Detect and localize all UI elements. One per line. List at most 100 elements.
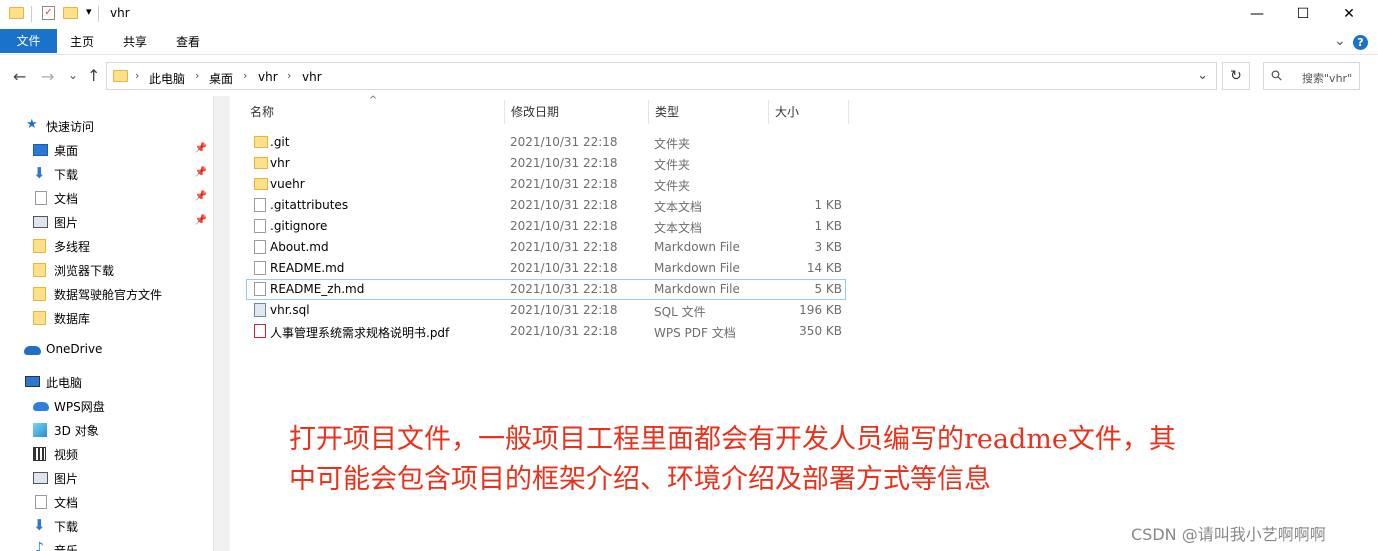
- sidebar-item-pictures[interactable]: 图片 📌: [0, 211, 213, 233]
- sidebar-item-multithread[interactable]: 多线程: [0, 235, 213, 257]
- sidebar-item-quick-access[interactable]: ★ 快速访问: [0, 115, 213, 137]
- column-header-date[interactable]: 修改日期: [505, 100, 649, 124]
- forward-button[interactable]: →: [41, 67, 54, 86]
- breadcrumb-desktop[interactable]: 桌面: [209, 70, 233, 87]
- quick-access-dropdown-icon[interactable]: ▾: [86, 5, 92, 18]
- refresh-button[interactable]: ↻: [1222, 62, 1250, 90]
- breadcrumb-this-pc[interactable]: 此电脑: [149, 70, 185, 87]
- sidebar-scrollbar[interactable]: [213, 96, 230, 551]
- breadcrumb-vhr-current[interactable]: vhr: [302, 70, 322, 84]
- new-folder-icon[interactable]: [63, 7, 78, 19]
- folder-icon: [33, 311, 46, 325]
- address-dropdown-button[interactable]: ⌄: [1197, 68, 1208, 83]
- cloud-icon: [33, 402, 49, 411]
- file-size: 14 KB: [806, 261, 842, 275]
- file-name: vhr.sql: [270, 303, 310, 317]
- search-input[interactable]: ⚲ 搜索"vhr": [1263, 62, 1360, 90]
- file-name: README_zh.md: [270, 282, 365, 296]
- sidebar-item-label: 文档: [54, 192, 79, 206]
- cube-icon: [33, 423, 47, 437]
- tab-file[interactable]: 文件: [0, 29, 57, 53]
- sidebar-item-label: 数据库: [54, 312, 91, 326]
- breadcrumb-separator[interactable]: ›: [135, 69, 139, 82]
- pin-icon[interactable]: 📌: [195, 143, 207, 154]
- up-button[interactable]: ↑: [87, 66, 100, 85]
- file-row[interactable]: vhr.sql 2021/10/31 22:18 SQL 文件 196 KB: [246, 300, 846, 321]
- file-row[interactable]: .git 2021/10/31 22:18 文件夹: [246, 132, 846, 153]
- tab-home[interactable]: 主页: [58, 32, 106, 52]
- file-row[interactable]: 人事管理系统需求规格说明书.pdf 2021/10/31 22:18 WPS P…: [246, 321, 846, 342]
- file-row[interactable]: About.md 2021/10/31 22:18 Markdown File …: [246, 237, 846, 258]
- window-title: vhr: [110, 6, 130, 20]
- sidebar-item-database[interactable]: 数据库: [0, 307, 213, 329]
- sidebar-item-onedrive[interactable]: OneDrive: [0, 339, 213, 361]
- address-bar[interactable]: › 此电脑 › 桌面 › vhr › vhr ⌄: [106, 62, 1217, 90]
- divider: [31, 6, 32, 22]
- help-icon[interactable]: ?: [1353, 35, 1368, 50]
- sidebar-item-documents-pc[interactable]: 文档: [0, 491, 213, 513]
- pin-icon[interactable]: 📌: [195, 191, 207, 202]
- close-button[interactable]: ✕: [1326, 0, 1372, 28]
- sidebar-item-downloads-pc[interactable]: ⬇ 下载: [0, 515, 213, 537]
- sidebar-item-dashboard-docs[interactable]: 数据驾驶舱官方文件: [0, 283, 213, 305]
- sidebar-item-pictures-pc[interactable]: 图片: [0, 467, 213, 489]
- sidebar-item-desktop[interactable]: 桌面 📌: [0, 139, 213, 161]
- column-header-type[interactable]: 类型: [649, 100, 769, 124]
- sidebar-item-label: 3D 对象: [54, 424, 99, 438]
- sidebar-item-3d-objects[interactable]: 3D 对象: [0, 419, 213, 441]
- cloud-icon: [24, 346, 41, 355]
- folder-icon: [254, 157, 268, 169]
- column-header-size[interactable]: 大小: [769, 100, 849, 124]
- tab-share[interactable]: 共享: [111, 32, 159, 52]
- sidebar-item-label: 快速访问: [46, 120, 95, 134]
- file-row[interactable]: .gitignore 2021/10/31 22:18 文本文档 1 KB: [246, 216, 846, 237]
- sidebar-item-downloads[interactable]: ⬇ 下载 📌: [0, 163, 213, 185]
- sidebar-item-videos[interactable]: 视频: [0, 443, 213, 465]
- file-name: .git: [270, 135, 290, 149]
- file-row[interactable]: vuehr 2021/10/31 22:18 文件夹: [246, 174, 846, 195]
- sidebar-item-label: WPS网盘: [54, 400, 105, 414]
- file-type: 文本文档: [654, 221, 703, 235]
- ribbon-collapse-icon[interactable]: ⌄: [1334, 33, 1346, 49]
- pin-icon[interactable]: 📌: [195, 215, 207, 226]
- breadcrumb-separator[interactable]: ›: [243, 69, 247, 82]
- file-row[interactable]: vhr 2021/10/31 22:18 文件夹: [246, 153, 846, 174]
- back-button[interactable]: ←: [13, 67, 26, 86]
- recent-locations-button[interactable]: ⌄: [68, 68, 78, 82]
- tab-view[interactable]: 查看: [164, 32, 212, 52]
- column-header-name[interactable]: 名称: [244, 100, 505, 124]
- file-type: 文件夹: [654, 179, 691, 193]
- sidebar-item-label: 下载: [54, 168, 79, 182]
- file-row[interactable]: .gitattributes 2021/10/31 22:18 文本文档 1 K…: [246, 195, 846, 216]
- minimize-button[interactable]: —: [1234, 0, 1280, 28]
- file-name: About.md: [270, 240, 329, 254]
- file-type: Markdown File: [654, 261, 740, 275]
- sidebar-item-music[interactable]: ♪ 音乐: [0, 539, 213, 551]
- file-name: vuehr: [270, 177, 305, 191]
- sidebar-item-wps-drive[interactable]: WPS网盘: [0, 395, 213, 417]
- breadcrumb-separator[interactable]: ›: [195, 69, 199, 82]
- sidebar-item-documents[interactable]: 文档 📌: [0, 187, 213, 209]
- pin-icon[interactable]: 📌: [195, 167, 207, 178]
- sidebar-item-this-pc[interactable]: 此电脑: [0, 371, 213, 393]
- file-row-selected[interactable]: README_zh.md 2021/10/31 22:18 Markdown F…: [246, 279, 846, 300]
- file-type: 文件夹: [654, 158, 691, 172]
- file-row[interactable]: README.md 2021/10/31 22:18 Markdown File…: [246, 258, 846, 279]
- sidebar-item-label: 浏览器下载: [54, 264, 115, 278]
- file-type: SQL 文件: [654, 305, 706, 319]
- file-date: 2021/10/31 22:18: [510, 261, 618, 275]
- properties-icon[interactable]: ✓: [42, 6, 55, 20]
- title-bar: ✓ ▾ vhr — ☐ ✕: [0, 0, 1378, 28]
- file-type: 文本文档: [654, 200, 703, 214]
- sidebar-item-label: OneDrive: [46, 342, 103, 356]
- file-date: 2021/10/31 22:18: [510, 240, 618, 254]
- breadcrumb-vhr[interactable]: vhr: [258, 70, 278, 84]
- sidebar-item-label: 图片: [54, 472, 79, 486]
- download-icon: ⬇: [33, 516, 46, 534]
- ribbon-divider: [0, 54, 1378, 55]
- document-icon: [35, 191, 47, 205]
- file-size: 3 KB: [814, 240, 842, 254]
- sidebar-item-browser-downloads[interactable]: 浏览器下载: [0, 259, 213, 281]
- maximize-button[interactable]: ☐: [1280, 0, 1326, 28]
- breadcrumb-separator[interactable]: ›: [287, 69, 291, 82]
